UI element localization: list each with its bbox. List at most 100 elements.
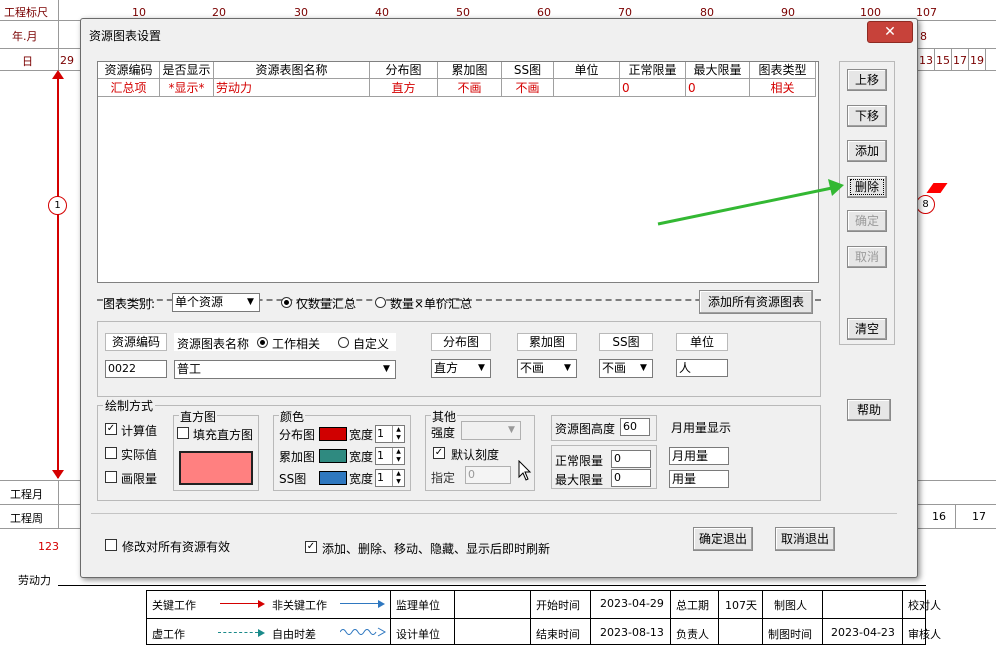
- column-header[interactable]: 单位: [554, 62, 620, 79]
- radio-custom[interactable]: [338, 337, 349, 348]
- ss-select[interactable]: 不画 ▼: [599, 359, 653, 378]
- move-up-button[interactable]: 上移: [847, 69, 887, 91]
- cum-width-value: 1: [377, 449, 384, 462]
- res-chart-name-select[interactable]: 普工 ▼: [174, 360, 396, 379]
- ss-color-swatch[interactable]: [319, 471, 347, 485]
- radio-qty-only-label: 仅数量汇总: [296, 297, 357, 311]
- move-down-button[interactable]: 下移: [847, 105, 887, 127]
- cum-select[interactable]: 不画 ▼: [517, 359, 577, 378]
- arrow-up-icon: [52, 70, 64, 79]
- unit-input[interactable]: 人: [676, 359, 728, 377]
- calc-value-checkbox[interactable]: ✓: [105, 423, 117, 435]
- radio-qty-only[interactable]: [281, 297, 292, 308]
- node-8[interactable]: 8: [916, 195, 935, 214]
- default-scale-label: 默认刻度: [451, 448, 500, 462]
- chevron-down-icon: ▼: [247, 297, 254, 307]
- res-height-label: 资源图高度: [555, 422, 616, 436]
- year-month-label: 年.月: [12, 30, 38, 43]
- chevron-down-icon: ▼: [508, 425, 515, 435]
- draw-limit-checkbox[interactable]: [105, 471, 117, 483]
- column-header[interactable]: SS图: [502, 62, 554, 79]
- actual-value-label: 实际值: [121, 448, 158, 462]
- res-code-input[interactable]: 0022: [105, 360, 167, 378]
- strength-select[interactable]: ▼: [461, 421, 521, 440]
- divider: [91, 513, 897, 514]
- legend-key-work: 关键工作: [152, 599, 196, 612]
- chart-category-select[interactable]: 单个资源 ▼: [172, 293, 260, 312]
- histogram-color-swatch[interactable]: [179, 451, 253, 485]
- table-cell[interactable]: 劳动力: [214, 79, 370, 97]
- column-header[interactable]: 最大限量: [686, 62, 750, 79]
- dist-width-label: 宽度: [349, 428, 374, 442]
- start-time-label: 开始时间: [536, 599, 580, 612]
- arrow-right-icon: [258, 629, 265, 637]
- column-header[interactable]: 资源编码: [98, 62, 160, 79]
- close-button[interactable]: ✕: [867, 21, 913, 43]
- ss-width-spinner[interactable]: 1 ▲ ▼: [375, 469, 405, 487]
- max-limit-label: 最大限量: [555, 473, 604, 487]
- legend-non-key-work: 非关键工作: [272, 599, 327, 612]
- legend-red-line: [220, 603, 260, 604]
- arrow-right-icon: [378, 600, 385, 608]
- res-code-label: 资源编码: [105, 333, 167, 351]
- column-header[interactable]: 是否显示: [160, 62, 214, 79]
- node-1[interactable]: 1: [48, 196, 67, 215]
- table-cell[interactable]: 相关: [750, 79, 816, 97]
- radio-qty-price-label: 数量×单价汇总: [390, 297, 473, 311]
- ruler-label: 工程标尺: [4, 6, 48, 19]
- table-cell[interactable]: 0: [686, 79, 750, 97]
- cum-label: 累加图: [517, 333, 577, 351]
- normal-limit-label: 正常限量: [555, 454, 604, 468]
- dist-color-swatch[interactable]: [319, 427, 347, 441]
- add-all-resource-charts-button[interactable]: 添加所有资源图表: [699, 290, 813, 314]
- modify-all-label: 修改对所有资源有效: [122, 540, 231, 554]
- actual-value-checkbox[interactable]: [105, 447, 117, 459]
- table-cell[interactable]: [554, 79, 620, 97]
- legend-dashed-line: [218, 632, 258, 633]
- cancel-exit-button[interactable]: 取消退出: [775, 527, 835, 551]
- day-number: 17: [953, 54, 967, 67]
- max-limit-input[interactable]: 0: [611, 469, 651, 487]
- fill-histogram-checkbox[interactable]: [177, 427, 189, 439]
- default-scale-checkbox[interactable]: ✓: [433, 447, 445, 459]
- dist-width-spinner[interactable]: 1 ▲ ▼: [375, 425, 405, 443]
- marker-flag-icon: [926, 183, 948, 193]
- spin-arrows-icon[interactable]: ▲ ▼: [392, 448, 404, 464]
- cum-width-spinner[interactable]: 1 ▲ ▼: [375, 447, 405, 465]
- designer-label: 设计单位: [396, 628, 440, 641]
- column-header[interactable]: 图表类型: [750, 62, 816, 79]
- checker-label: 校对人: [908, 599, 941, 612]
- end-time-label: 结束时间: [536, 628, 580, 641]
- column-header[interactable]: 正常限量: [620, 62, 686, 79]
- column-header[interactable]: 资源表图名称: [214, 62, 370, 79]
- monthly-usage-input[interactable]: 月用量: [669, 447, 729, 465]
- res-height-input[interactable]: 60: [620, 418, 650, 436]
- modify-all-checkbox[interactable]: [105, 539, 117, 551]
- table-cell[interactable]: 不画: [502, 79, 554, 97]
- spin-arrows-icon[interactable]: ▲ ▼: [392, 426, 404, 442]
- help-button[interactable]: 帮助: [847, 399, 891, 421]
- dist-label: 分布图: [431, 333, 491, 351]
- clear-button[interactable]: 清空: [847, 318, 887, 340]
- table-cell[interactable]: 不画: [438, 79, 502, 97]
- spin-arrows-icon[interactable]: ▲ ▼: [392, 470, 404, 486]
- radio-qty-price[interactable]: [375, 297, 386, 308]
- dialog-titlebar[interactable]: 资源图表设置 ✕: [81, 19, 917, 49]
- dist-select[interactable]: 直方 ▼: [431, 359, 491, 378]
- normal-limit-input[interactable]: 0: [611, 450, 651, 468]
- column-header[interactable]: 累加图: [438, 62, 502, 79]
- table-cell[interactable]: 汇总项: [98, 79, 160, 97]
- resource-chart-table[interactable]: 资源编码 是否显示 资源表图名称 分布图 累加图 SS图 单位 正常限量 最大限…: [97, 61, 819, 283]
- refresh-immediately-checkbox[interactable]: ✓: [305, 541, 317, 553]
- table-cell[interactable]: 直方: [370, 79, 438, 97]
- usage-input[interactable]: 用量: [669, 470, 729, 488]
- cancel-button[interactable]: 取消: [847, 246, 887, 268]
- radio-work-related[interactable]: [257, 337, 268, 348]
- cum-color-swatch[interactable]: [319, 449, 347, 463]
- specify-input[interactable]: 0: [465, 466, 511, 484]
- add-button[interactable]: 添加: [847, 140, 887, 162]
- ok-exit-button[interactable]: 确定退出: [693, 527, 753, 551]
- column-header[interactable]: 分布图: [370, 62, 438, 79]
- table-cell[interactable]: *显示*: [160, 79, 214, 97]
- table-cell[interactable]: 0: [620, 79, 686, 97]
